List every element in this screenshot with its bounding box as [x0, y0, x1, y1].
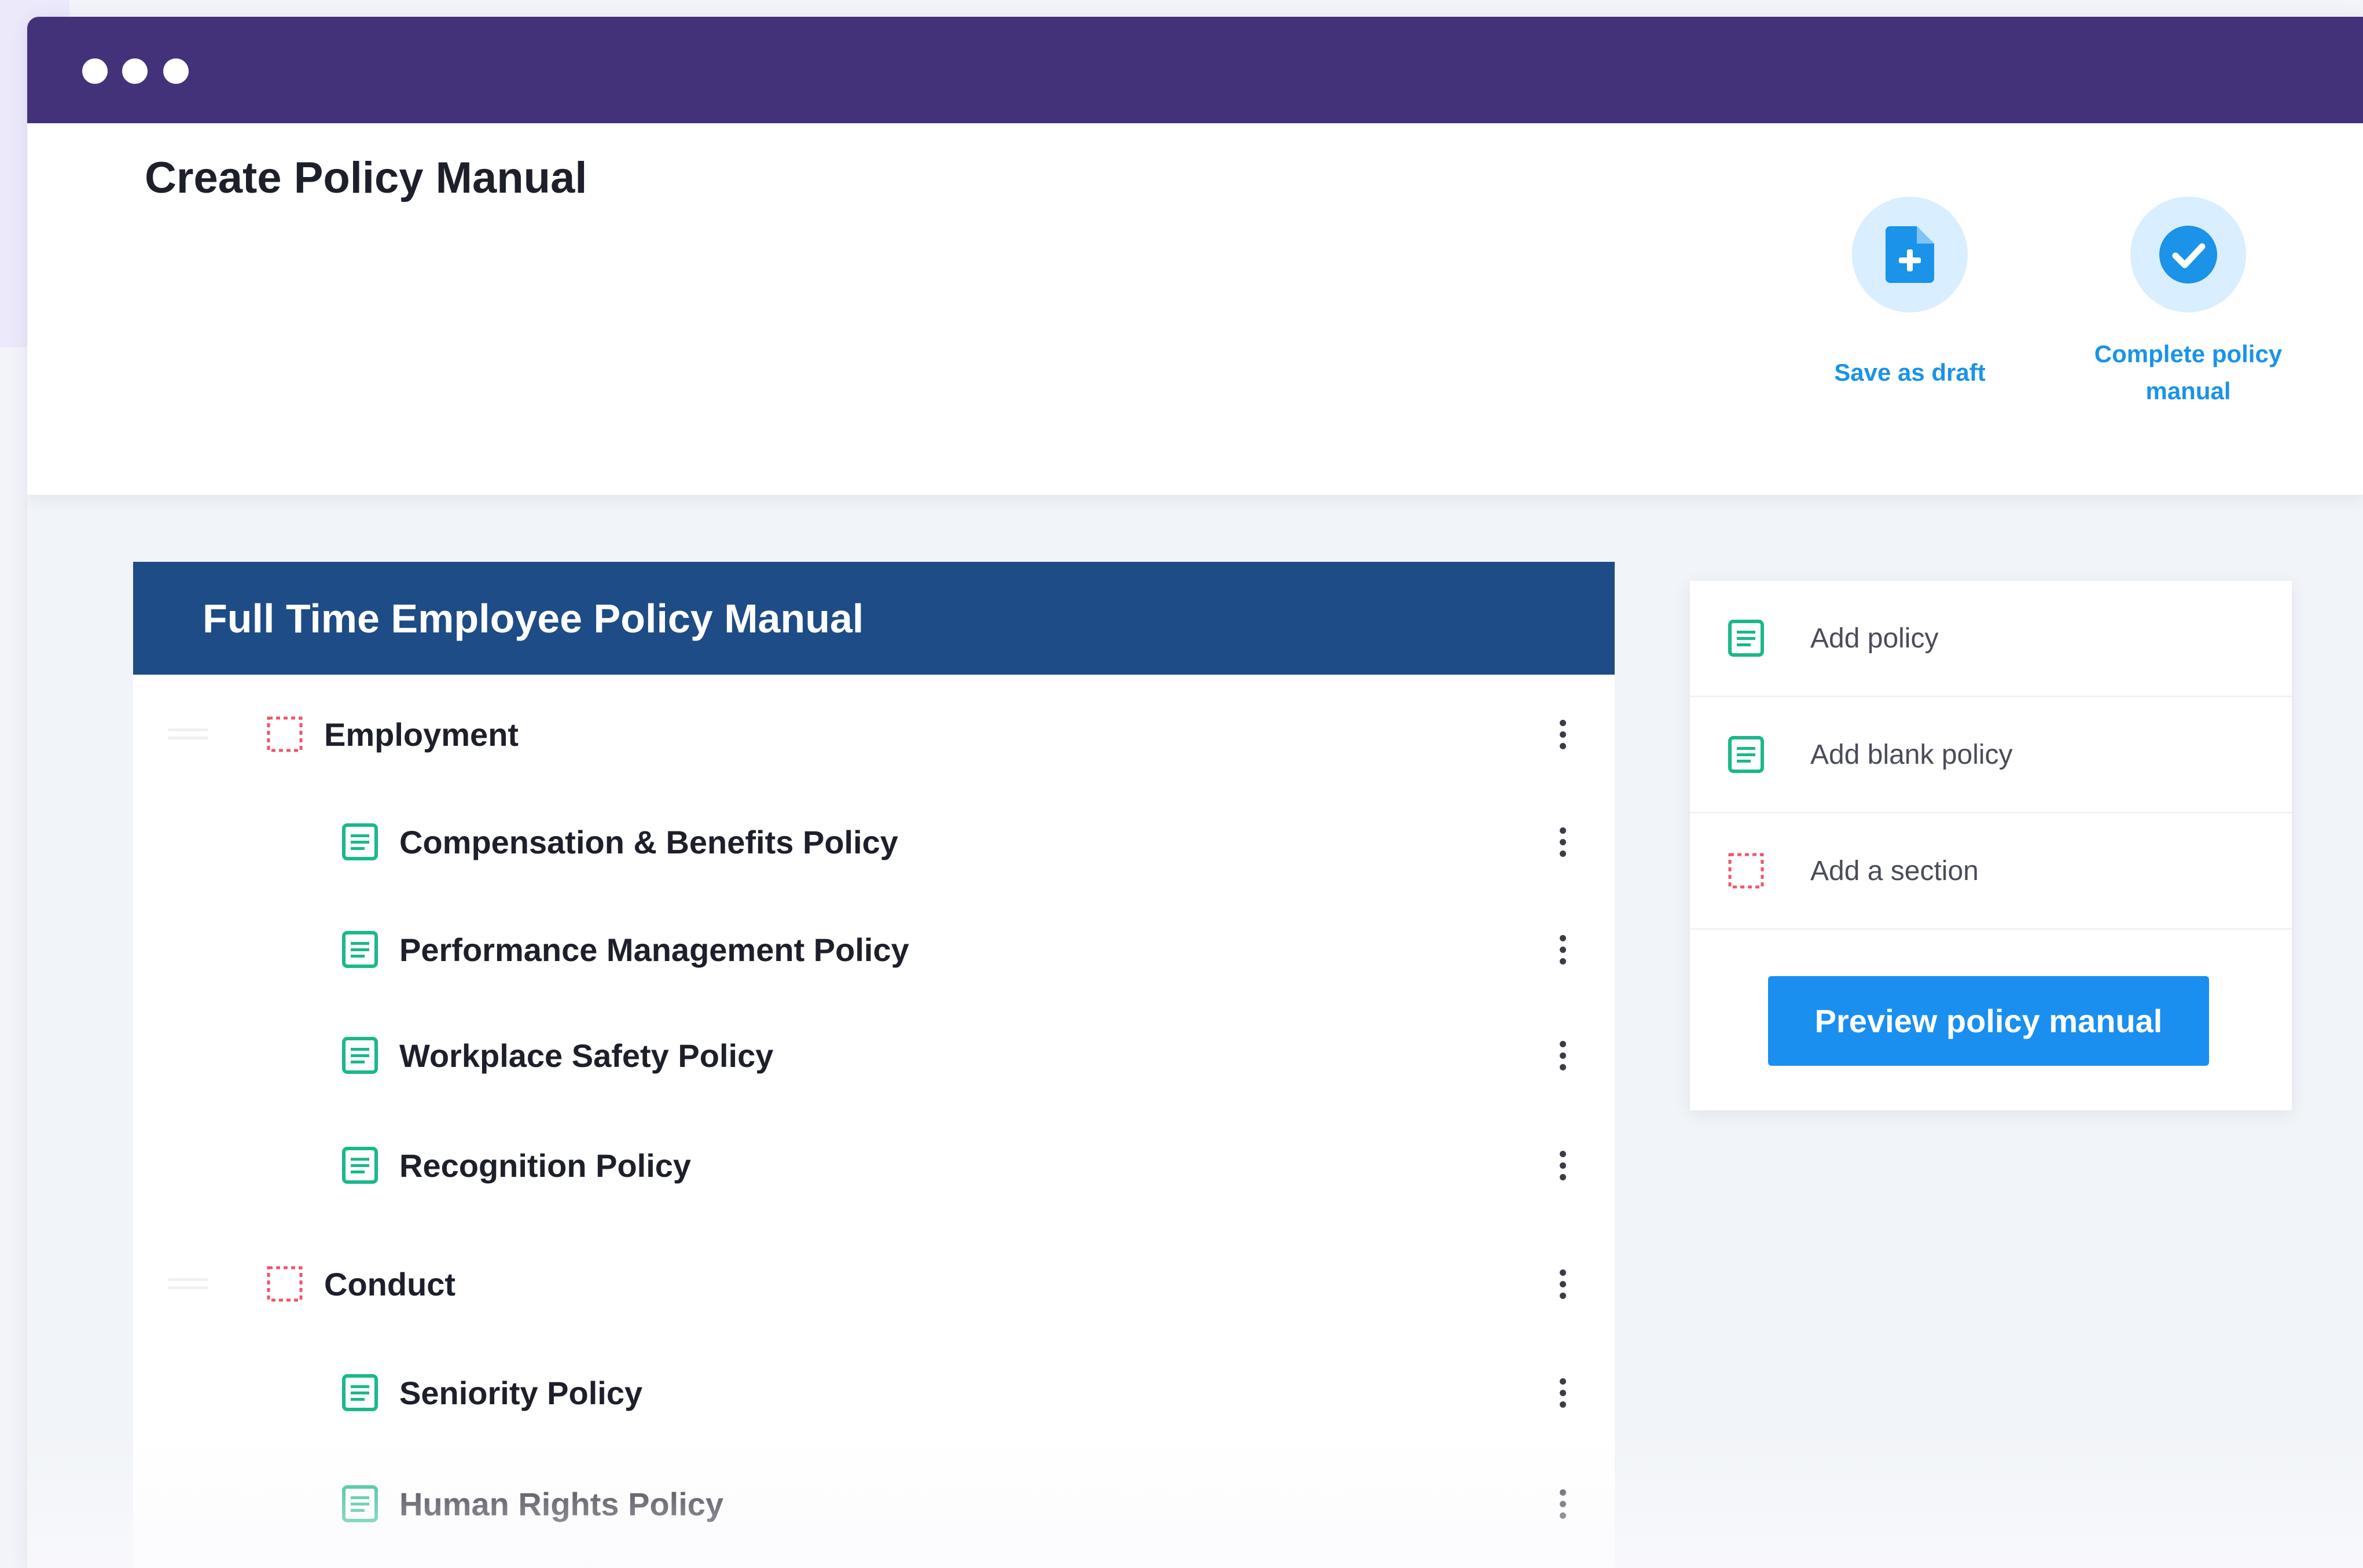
policy-document-icon	[1726, 618, 1766, 658]
policy-row[interactable]: Recognition Policy	[133, 1125, 1615, 1206]
more-options-icon[interactable]	[1554, 1261, 1571, 1307]
add-blank-policy-item[interactable]: Add blank policy	[1690, 697, 2292, 814]
save-draft-button[interactable]: Save as draft	[1788, 197, 2031, 391]
policy-document-icon	[340, 929, 380, 970]
policy-document-icon	[340, 1145, 380, 1186]
complete-manual-label-line1: Complete policy	[2094, 340, 2283, 367]
more-options-icon[interactable]	[1554, 819, 1571, 865]
add-policy-label: Add policy	[1810, 623, 1939, 654]
complete-manual-circle	[2130, 197, 2246, 312]
add-content-panel: Add policy Add blank policy Add a sectio…	[1690, 581, 2292, 1110]
add-section-label: Add a section	[1810, 855, 1979, 886]
page-title: Create Policy Manual	[145, 153, 587, 203]
policy-label: Workplace Safety Policy	[399, 1037, 774, 1074]
section-label: Conduct	[324, 1265, 456, 1302]
policy-document-icon	[340, 1484, 380, 1524]
window-control-dot[interactable]	[163, 58, 189, 84]
add-section-item[interactable]: Add a section	[1690, 814, 2292, 930]
more-options-icon[interactable]	[1554, 926, 1571, 973]
add-policy-item[interactable]: Add policy	[1690, 581, 2292, 697]
more-options-icon[interactable]	[1554, 711, 1571, 757]
policy-label: Compensation & Benefits Policy	[399, 823, 898, 860]
policy-document-icon	[1726, 734, 1766, 775]
drag-handle[interactable]	[168, 1273, 208, 1294]
complete-manual-button[interactable]: Complete policy manual	[2067, 197, 2310, 410]
section-icon	[1726, 851, 1766, 891]
policy-row[interactable]: Workplace Safety Policy	[133, 1015, 1615, 1096]
policy-label: Seniority Policy	[399, 1374, 643, 1411]
add-blank-policy-label: Add blank policy	[1810, 739, 2013, 770]
policy-document-icon	[340, 822, 380, 862]
section-row-employment[interactable]: Employment	[133, 694, 1615, 775]
policy-row[interactable]: Seniority Policy	[133, 1352, 1615, 1433]
policy-manual-panel: Full Time Employee Policy Manual Employm…	[133, 562, 1615, 1568]
section-icon	[264, 1264, 305, 1304]
policy-label: Recognition Policy	[399, 1147, 692, 1184]
preview-policy-manual-button[interactable]: Preview policy manual	[1768, 976, 2209, 1066]
policy-label: Human Rights Policy	[399, 1485, 724, 1522]
policy-label: Performance Management Policy	[399, 931, 909, 968]
complete-manual-label-line2: manual	[2145, 377, 2231, 404]
policy-row[interactable]: Compensation & Benefits Policy	[133, 801, 1615, 882]
policy-document-icon	[340, 1035, 380, 1076]
save-draft-label: Save as draft	[1834, 359, 1986, 386]
policy-row[interactable]: Human Rights Policy	[133, 1463, 1615, 1544]
manual-header: Full Time Employee Policy Manual	[133, 562, 1615, 675]
check-circle-icon	[2159, 226, 2217, 284]
complete-manual-label: Complete policy manual	[2067, 336, 2310, 410]
more-options-icon[interactable]	[1554, 1370, 1571, 1416]
section-row-conduct[interactable]: Conduct	[133, 1243, 1615, 1324]
more-options-icon[interactable]	[1554, 1481, 1571, 1527]
window-control-dot[interactable]	[122, 58, 148, 84]
policy-row[interactable]: Performance Management Policy	[133, 909, 1615, 990]
more-options-icon[interactable]	[1554, 1032, 1571, 1079]
section-icon	[264, 714, 305, 754]
window-control-dot[interactable]	[82, 58, 108, 84]
app-window: Create Policy Manual Save as draft Compl…	[27, 17, 2363, 1568]
drag-handle[interactable]	[168, 724, 208, 745]
save-draft-circle	[1852, 197, 1968, 312]
window-titlebar	[27, 17, 2363, 123]
manual-title: Full Time Employee Policy Manual	[203, 595, 864, 641]
policy-document-icon	[340, 1372, 380, 1413]
section-label: Employment	[324, 716, 519, 753]
document-add-icon	[1886, 226, 1934, 283]
more-options-icon[interactable]	[1554, 1142, 1571, 1188]
